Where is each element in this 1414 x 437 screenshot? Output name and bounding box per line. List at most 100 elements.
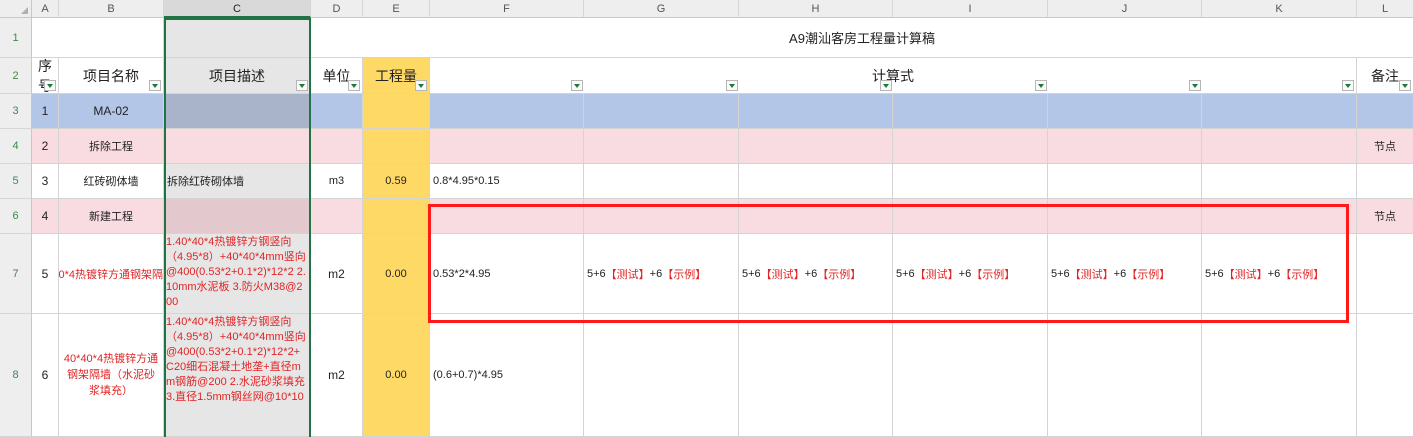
header-seq-cell[interactable]: 序号 — [32, 58, 59, 94]
cell-a7[interactable]: 5 — [32, 234, 59, 314]
cell-g3[interactable] — [584, 94, 739, 129]
cell-g7[interactable]: 5+6 【测试】 +6 【示例】 — [584, 234, 739, 314]
cell-e4[interactable] — [363, 129, 430, 164]
row-header-3[interactable]: 3 — [0, 94, 32, 129]
cell-i8[interactable] — [893, 314, 1048, 437]
cell-d8[interactable]: m2 — [311, 314, 363, 437]
col-header-b[interactable]: B — [59, 0, 164, 18]
filter-dropdown-icon[interactable] — [1399, 80, 1411, 91]
cell-j7[interactable]: 5+6 【测试】 +6 【示例】 — [1048, 234, 1202, 314]
filter-dropdown-icon[interactable] — [149, 80, 161, 91]
cell-k8[interactable] — [1202, 314, 1357, 437]
cell-a1-b1[interactable] — [32, 18, 164, 58]
cell-f8[interactable]: (0.6+0.7)*4.95 — [430, 314, 584, 437]
row-header-7[interactable]: 7 — [0, 234, 32, 314]
cell-k4[interactable] — [1202, 129, 1357, 164]
cell-i5[interactable] — [893, 164, 1048, 199]
cell-d4[interactable] — [311, 129, 363, 164]
cell-j4[interactable] — [1048, 129, 1202, 164]
cell-a3[interactable]: 1 — [32, 94, 59, 129]
cell-h6[interactable] — [739, 199, 893, 234]
cell-h5[interactable] — [739, 164, 893, 199]
cell-g5[interactable] — [584, 164, 739, 199]
col-header-l[interactable]: L — [1357, 0, 1414, 18]
cell-h8[interactable] — [739, 314, 893, 437]
col-header-d[interactable]: D — [311, 0, 363, 18]
cell-e7[interactable]: 0.00 — [363, 234, 430, 314]
cell-c3[interactable] — [164, 94, 311, 129]
cell-c5[interactable]: 拆除红砖砌体墙 — [164, 164, 311, 199]
cell-h3[interactable] — [739, 94, 893, 129]
cell-b4[interactable]: 拆除工程 — [59, 129, 164, 164]
col-header-i[interactable]: I — [893, 0, 1048, 18]
col-header-a[interactable]: A — [32, 0, 59, 18]
filter-dropdown-icon[interactable] — [726, 80, 738, 91]
cell-e5[interactable]: 0.59 — [363, 164, 430, 199]
row-header-4[interactable]: 4 — [0, 129, 32, 164]
cell-k7[interactable]: 5+6 【测试】 +6 【示例】 — [1202, 234, 1357, 314]
header-name-cell[interactable]: 项目名称 — [59, 58, 164, 94]
cell-l7[interactable] — [1357, 234, 1414, 314]
cell-l4[interactable]: 节点 — [1357, 129, 1414, 164]
cell-j6[interactable] — [1048, 199, 1202, 234]
header-note-cell[interactable]: 备注 — [1357, 58, 1414, 94]
cell-j3[interactable] — [1048, 94, 1202, 129]
col-header-j[interactable]: J — [1048, 0, 1202, 18]
cell-d6[interactable] — [311, 199, 363, 234]
filter-dropdown-icon[interactable] — [1342, 80, 1354, 91]
cell-d5[interactable]: m3 — [311, 164, 363, 199]
cell-d3[interactable] — [311, 94, 363, 129]
col-header-c[interactable]: C — [164, 0, 311, 18]
filter-dropdown-icon[interactable] — [44, 80, 56, 91]
row-header-8[interactable]: 8 — [0, 314, 32, 437]
cell-b5[interactable]: 红砖砌体墙 — [59, 164, 164, 199]
cell-h7[interactable]: 5+6 【测试】 +6 【示例】 — [739, 234, 893, 314]
cell-k6[interactable] — [1202, 199, 1357, 234]
cell-f7[interactable]: 0.53*2*4.95 — [430, 234, 584, 314]
cell-a4[interactable]: 2 — [32, 129, 59, 164]
header-qty-cell[interactable]: 工程量 — [363, 58, 430, 94]
header-unit-cell[interactable]: 单位 — [311, 58, 363, 94]
cell-g8[interactable] — [584, 314, 739, 437]
cell-f6[interactable] — [430, 199, 584, 234]
filter-dropdown-icon[interactable] — [348, 80, 360, 91]
filter-dropdown-icon[interactable] — [1035, 80, 1047, 91]
cell-a6[interactable]: 4 — [32, 199, 59, 234]
row-header-6[interactable]: 6 — [0, 199, 32, 234]
col-header-h[interactable]: H — [739, 0, 893, 18]
header-formula-cell[interactable]: 计算式 — [430, 58, 1357, 94]
row-header-5[interactable]: 5 — [0, 164, 32, 199]
cell-a5[interactable]: 3 — [32, 164, 59, 199]
cell-k3[interactable] — [1202, 94, 1357, 129]
cell-j8[interactable] — [1048, 314, 1202, 437]
cell-l8[interactable] — [1357, 314, 1414, 437]
cell-e6[interactable] — [363, 199, 430, 234]
cell-b8[interactable]: 40*40*4热镀锌方通钢架隔墙（水泥砂浆填充） — [59, 314, 164, 437]
cell-f5[interactable]: 0.8*4.95*0.15 — [430, 164, 584, 199]
cell-k5[interactable] — [1202, 164, 1357, 199]
cell-c6[interactable] — [164, 199, 311, 234]
cell-e8[interactable]: 0.00 — [363, 314, 430, 437]
row-header-1[interactable]: 1 — [0, 18, 32, 58]
col-header-g[interactable]: G — [584, 0, 739, 18]
cell-a8[interactable]: 6 — [32, 314, 59, 437]
cell-l3[interactable] — [1357, 94, 1414, 129]
filter-dropdown-icon[interactable] — [1189, 80, 1201, 91]
cell-g4[interactable] — [584, 129, 739, 164]
col-header-f[interactable]: F — [430, 0, 584, 18]
sheet-title-cell[interactable]: A9潮汕客房工程量计算稿 — [311, 18, 1414, 58]
cell-i7[interactable]: 5+6 【测试】 +6 【示例】 — [893, 234, 1048, 314]
cell-c7[interactable]: 1.40*40*4热镀锌方钢竖向（4.95*8）+40*40*4mm竖向@400… — [164, 234, 311, 314]
cell-g6[interactable] — [584, 199, 739, 234]
col-header-k[interactable]: K — [1202, 0, 1357, 18]
cell-e3[interactable] — [363, 94, 430, 129]
cell-b3[interactable]: MA-02 — [59, 94, 164, 129]
col-header-e[interactable]: E — [363, 0, 430, 18]
cell-f3[interactable] — [430, 94, 584, 129]
cell-b6[interactable]: 新建工程 — [59, 199, 164, 234]
filter-dropdown-icon[interactable] — [415, 80, 427, 91]
cell-i4[interactable] — [893, 129, 1048, 164]
select-all-corner[interactable] — [0, 0, 32, 18]
cell-f4[interactable] — [430, 129, 584, 164]
cell-c4[interactable] — [164, 129, 311, 164]
